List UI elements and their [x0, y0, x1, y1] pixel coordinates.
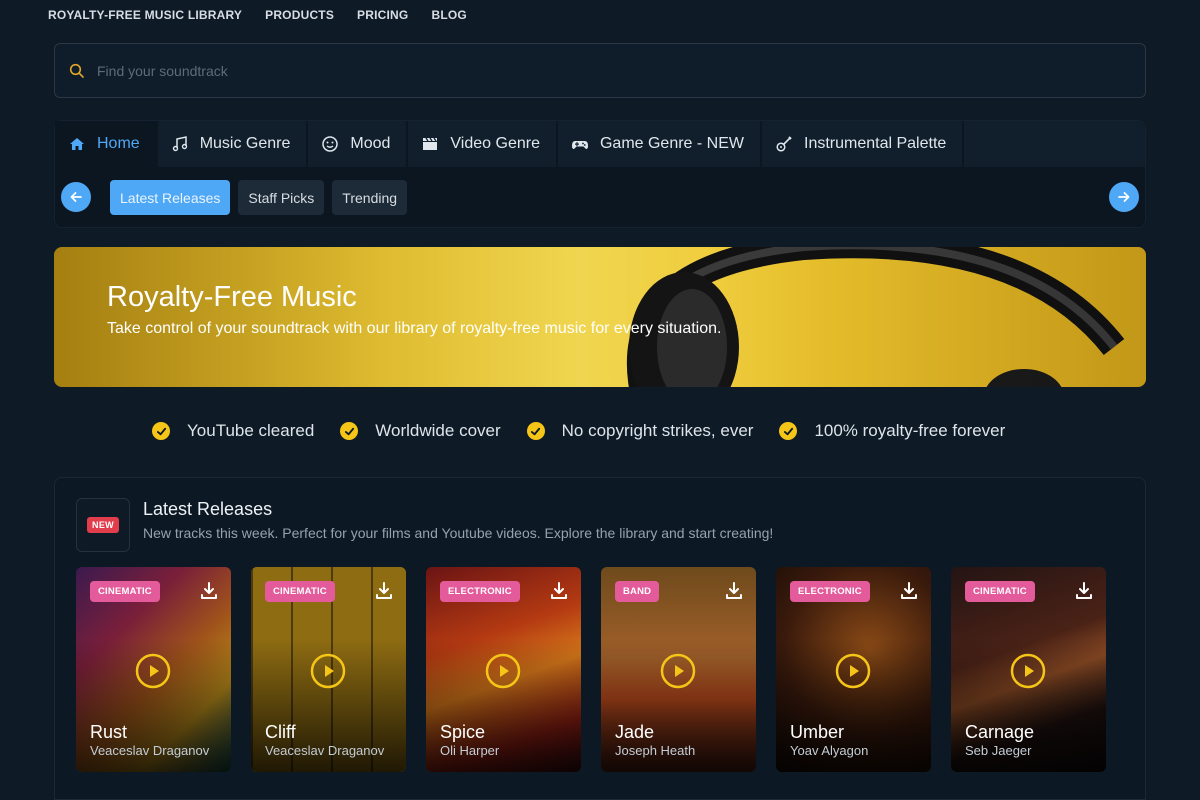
- play-icon[interactable]: [485, 653, 521, 689]
- tab-label: Game Genre - NEW: [599, 135, 744, 152]
- search-input[interactable]: [97, 62, 997, 79]
- feature-label: 100% royalty-free forever: [814, 421, 1006, 440]
- subtab-chips: Latest Releases Staff Picks Trending: [110, 180, 408, 215]
- track-artist: Joseph Heath: [615, 743, 696, 758]
- track-title: Rust: [90, 722, 128, 742]
- track-card[interactable]: CINEMATIC Cliff Veaceslav Draganov: [251, 567, 406, 772]
- download-icon[interactable]: [549, 581, 569, 601]
- new-badge-box: NEW: [76, 498, 130, 552]
- track-title: Carnage: [965, 722, 1035, 742]
- scroll-right-button[interactable]: [1109, 182, 1139, 212]
- tab-label: Music Genre: [199, 135, 291, 152]
- download-icon[interactable]: [199, 581, 219, 601]
- feature-label: Worldwide cover: [375, 421, 501, 440]
- feature-item: No copyright strikes, ever: [526, 421, 754, 441]
- nav-link-pricing[interactable]: PRICING: [357, 8, 408, 22]
- track-card[interactable]: ELECTRONIC Umber Yoav Alyagon: [776, 567, 931, 772]
- feature-list: YouTube cleared Worldwide cover No copyr…: [152, 421, 1005, 441]
- track-title: Cliff: [265, 722, 296, 742]
- subtab-row: Latest Releases Staff Picks Trending: [55, 167, 1145, 227]
- tab-label: Instrumental Palette: [804, 135, 947, 152]
- download-icon[interactable]: [1074, 581, 1094, 601]
- track-cards: CINEMATIC Rust Veaceslav Draganov CINEMA…: [76, 567, 1106, 772]
- feature-label: YouTube cleared: [187, 421, 315, 440]
- genre-badge: ELECTRONIC: [790, 581, 870, 602]
- gamepad-icon: [570, 134, 590, 154]
- latest-releases-panel: NEW Latest Releases New tracks this week…: [54, 477, 1146, 800]
- hero-shade: [54, 247, 1146, 387]
- section-title: Latest Releases: [143, 499, 273, 519]
- play-icon[interactable]: [1010, 653, 1046, 689]
- top-nav: ROYALTY-FREE MUSIC LIBRARY PRODUCTS PRIC…: [48, 8, 467, 22]
- chip-latest-releases[interactable]: Latest Releases: [110, 180, 231, 215]
- check-icon: [779, 422, 798, 440]
- play-icon[interactable]: [835, 653, 871, 689]
- nav-link-library[interactable]: ROYALTY-FREE MUSIC LIBRARY: [48, 8, 242, 22]
- track-artist: Veaceslav Draganov: [265, 743, 385, 758]
- chip-staff-picks[interactable]: Staff Picks: [238, 180, 325, 215]
- tab-label: Video Genre: [450, 135, 540, 152]
- section-subtitle: New tracks this week. Perfect for your f…: [143, 525, 774, 541]
- track-title: Umber: [790, 722, 845, 742]
- music-note-icon: [170, 134, 190, 154]
- download-icon[interactable]: [899, 581, 919, 601]
- track-artist: Oli Harper: [440, 743, 500, 758]
- genre-badge: CINEMATIC: [265, 581, 335, 602]
- download-icon[interactable]: [374, 581, 394, 601]
- nav-link-blog[interactable]: BLOG: [431, 8, 466, 22]
- scroll-left-button[interactable]: [61, 182, 91, 212]
- hero-subtitle: Take control of your soundtrack with our…: [107, 320, 722, 337]
- tab-label: Home: [97, 135, 140, 152]
- check-icon: [526, 422, 545, 440]
- tab-instrumental-palette[interactable]: Instrumental Palette: [762, 121, 965, 167]
- chip-trending[interactable]: Trending: [332, 180, 408, 215]
- clapperboard-icon: [420, 134, 440, 154]
- hero-title: Royalty-Free Music: [107, 281, 357, 313]
- track-artist: Veaceslav Draganov: [90, 743, 210, 758]
- track-card[interactable]: ELECTRONIC Spice Oli Harper: [426, 567, 581, 772]
- track-artist: Seb Jaeger: [965, 743, 1032, 758]
- track-card[interactable]: CINEMATIC Rust Veaceslav Draganov: [76, 567, 231, 772]
- tab-home[interactable]: Home: [55, 121, 158, 167]
- track-artist: Yoav Alyagon: [790, 743, 869, 758]
- feature-label: No copyright strikes, ever: [561, 421, 754, 440]
- genre-badge: CINEMATIC: [90, 581, 160, 602]
- genre-badge: CINEMATIC: [965, 581, 1035, 602]
- search-bar: [54, 43, 1146, 98]
- play-icon[interactable]: [660, 653, 696, 689]
- check-icon: [340, 422, 359, 440]
- track-title: Spice: [440, 722, 486, 742]
- tab-bar: Home Music Genre Mood Video Genre Game G…: [55, 121, 1145, 167]
- nav-link-products[interactable]: PRODUCTS: [265, 8, 334, 22]
- new-badge: NEW: [87, 517, 119, 533]
- feature-item: YouTube cleared: [152, 421, 314, 441]
- tab-game-genre[interactable]: Game Genre - NEW: [558, 121, 762, 167]
- tab-music-genre[interactable]: Music Genre: [158, 121, 309, 167]
- check-icon: [152, 422, 170, 440]
- play-icon[interactable]: [135, 653, 171, 689]
- guitar-icon: [774, 134, 794, 154]
- tab-mood[interactable]: Mood: [308, 121, 409, 167]
- track-card[interactable]: BAND Jade Joseph Heath: [601, 567, 756, 772]
- arrow-right-icon: [1118, 192, 1130, 202]
- feature-item: 100% royalty-free forever: [779, 421, 1005, 441]
- download-icon[interactable]: [724, 581, 744, 601]
- browse-tabs: Home Music Genre Mood Video Genre Game G…: [54, 120, 1146, 228]
- track-card[interactable]: CINEMATIC Carnage Seb Jaeger: [951, 567, 1106, 772]
- feature-item: Worldwide cover: [340, 421, 501, 441]
- genre-badge: BAND: [615, 581, 660, 602]
- play-icon[interactable]: [310, 653, 346, 689]
- search-icon: [69, 63, 84, 78]
- tab-label: Mood: [350, 135, 391, 152]
- hero-banner: Royalty-Free Music Take control of your …: [54, 247, 1146, 387]
- genre-badge: ELECTRONIC: [440, 581, 520, 602]
- smiley-icon: [320, 134, 340, 154]
- tab-video-genre[interactable]: Video Genre: [408, 121, 558, 167]
- arrow-left-icon: [70, 192, 82, 202]
- track-title: Jade: [615, 722, 655, 742]
- home-icon: [67, 134, 87, 154]
